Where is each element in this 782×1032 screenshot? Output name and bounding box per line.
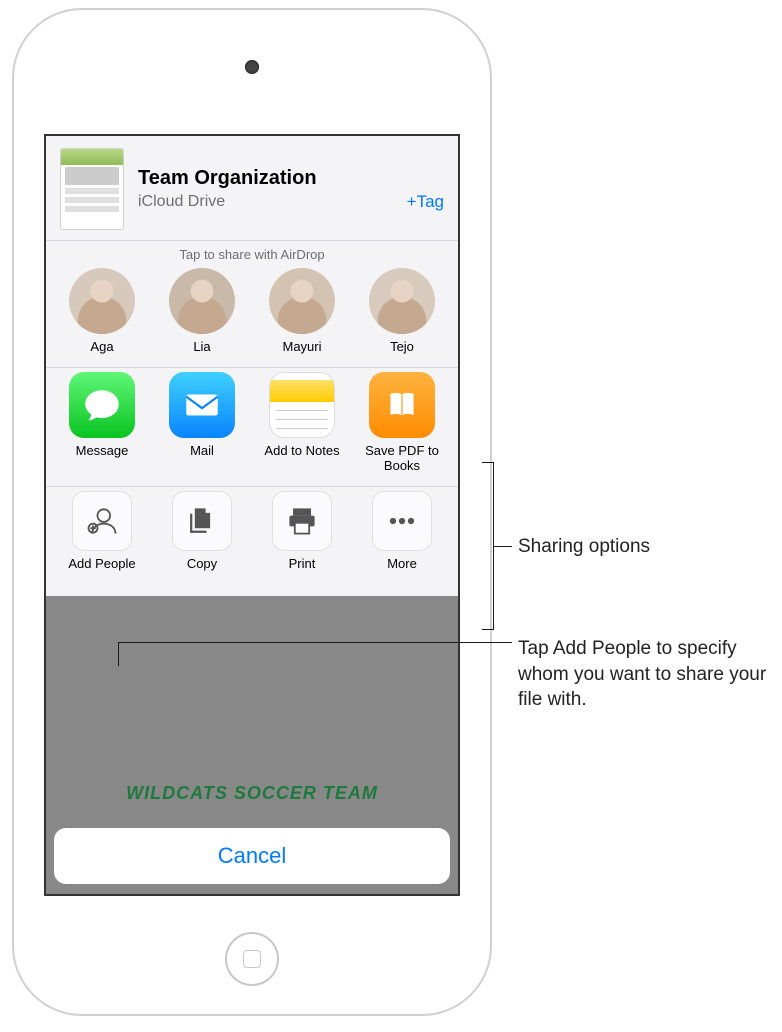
share-app-message[interactable]: Message — [56, 372, 148, 474]
airdrop-contact[interactable]: Tejo — [356, 268, 448, 355]
more-icon — [372, 491, 432, 551]
avatar — [169, 268, 235, 334]
app-label: Message — [76, 444, 129, 459]
avatar — [369, 268, 435, 334]
device-frame: WILDCATS SOCCER TEAM Team Organization i… — [12, 8, 492, 1016]
action-more[interactable]: More — [356, 491, 448, 572]
action-copy[interactable]: Copy — [156, 491, 248, 572]
callout-brace — [482, 462, 494, 630]
document-location: iCloud Drive — [138, 193, 225, 211]
cancel-button[interactable]: Cancel — [54, 828, 450, 884]
share-sheet: Team Organization iCloud Drive +Tag Tap … — [46, 136, 458, 596]
callout-line — [118, 642, 119, 666]
contact-name: Aga — [90, 340, 113, 355]
books-icon — [369, 372, 435, 438]
airdrop-row: Aga Lia Mayuri Tejo — [46, 264, 458, 368]
header-text-block: Team Organization iCloud Drive +Tag — [138, 148, 444, 230]
airdrop-contact[interactable]: Lia — [156, 268, 248, 355]
airdrop-contact[interactable]: Aga — [56, 268, 148, 355]
contact-name: Tejo — [390, 340, 414, 355]
home-button[interactable] — [225, 932, 279, 986]
callout-line — [494, 546, 512, 547]
avatar — [269, 268, 335, 334]
actions-row: Add People Copy Print — [46, 487, 458, 596]
avatar — [69, 268, 135, 334]
camera-dot — [245, 60, 259, 74]
add-tag-button[interactable]: +Tag — [407, 192, 444, 212]
notes-icon — [269, 372, 335, 438]
share-app-mail[interactable]: Mail — [156, 372, 248, 474]
message-icon — [69, 372, 135, 438]
action-label: Copy — [187, 557, 217, 572]
action-label: Add People — [68, 557, 135, 572]
contact-name: Lia — [193, 340, 210, 355]
sheet-header: Team Organization iCloud Drive +Tag — [46, 136, 458, 241]
action-label: More — [387, 557, 417, 572]
document-title: Team Organization — [138, 166, 444, 190]
callout-add-people: Tap Add People to specify whom you want … — [518, 636, 768, 713]
callout-sharing-options: Sharing options — [518, 534, 748, 560]
mail-icon — [169, 372, 235, 438]
app-label: Save PDF to Books — [356, 444, 448, 474]
airdrop-contact[interactable]: Mayuri — [256, 268, 348, 355]
action-add-people[interactable]: Add People — [56, 491, 148, 572]
share-app-books[interactable]: Save PDF to Books — [356, 372, 448, 474]
backdrop-document-title: WILDCATS SOCCER TEAM — [46, 783, 458, 804]
contact-name: Mayuri — [282, 340, 321, 355]
action-print[interactable]: Print — [256, 491, 348, 572]
print-icon — [272, 491, 332, 551]
share-app-notes[interactable]: Add to Notes — [256, 372, 348, 474]
screen: WILDCATS SOCCER TEAM Team Organization i… — [44, 134, 460, 896]
action-label: Print — [289, 557, 316, 572]
app-label: Add to Notes — [264, 444, 339, 459]
copy-icon — [172, 491, 232, 551]
app-label: Mail — [190, 444, 214, 459]
apps-row: Message Mail Add to Notes — [46, 368, 458, 487]
add-people-icon — [72, 491, 132, 551]
callout-line — [118, 642, 512, 643]
airdrop-label: Tap to share with AirDrop — [46, 241, 458, 264]
document-thumbnail — [60, 148, 124, 230]
